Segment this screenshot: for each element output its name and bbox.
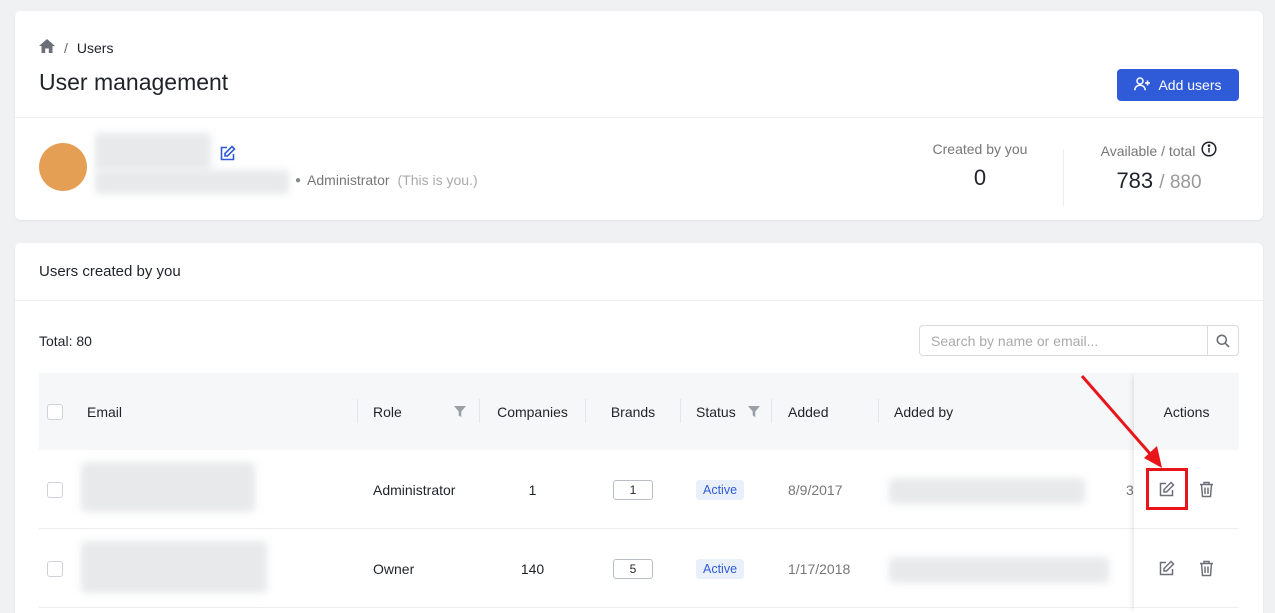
column-email[interactable]: Email xyxy=(87,373,122,450)
add-users-button[interactable]: Add users xyxy=(1117,69,1239,101)
bullet-separator: ● xyxy=(295,174,302,186)
profile-role-line: ● Administrator (This is you.) xyxy=(295,172,478,188)
total-count-label: Total: 80 xyxy=(39,333,92,349)
row-select-cell xyxy=(47,529,63,608)
column-added[interactable]: Added xyxy=(788,373,828,450)
column-status[interactable]: Status xyxy=(696,373,736,450)
redacted-user-name xyxy=(95,133,211,171)
column-separator xyxy=(357,399,358,423)
created-by-you-label: Created by you xyxy=(932,141,1028,157)
delete-user-icon[interactable] xyxy=(1196,478,1218,500)
available-count: 783 xyxy=(1116,168,1154,193)
column-role-label: Role xyxy=(373,403,402,420)
row-status-cell: Active xyxy=(696,529,745,608)
edit-user-icon[interactable] xyxy=(1145,468,1188,510)
row-role: Owner xyxy=(373,560,415,577)
actions-column: Actions xyxy=(1134,373,1239,613)
row-companies: 1 xyxy=(528,481,537,498)
column-actions: Actions xyxy=(1134,373,1239,450)
table-row: Owner 140 5 Active 1/17/2018 xyxy=(39,529,1239,608)
column-status-label: Status xyxy=(696,403,736,420)
row-checkbox[interactable] xyxy=(47,481,63,498)
total-count: / 880 xyxy=(1159,172,1202,193)
column-added-by[interactable]: Added by xyxy=(894,373,953,450)
status-badge: Active xyxy=(696,479,745,500)
avatar xyxy=(39,143,87,191)
row-brands-cell: 5 xyxy=(586,529,680,608)
available-total-text: Available / total xyxy=(1100,142,1196,159)
redacted-email xyxy=(81,462,255,512)
status-badge: Active xyxy=(696,558,745,579)
row-added: 1/17/2018 xyxy=(788,560,851,577)
row-brands[interactable]: 1 xyxy=(613,479,653,500)
home-icon[interactable] xyxy=(39,39,55,56)
row-brands[interactable]: 5 xyxy=(613,558,653,579)
add-user-icon xyxy=(1134,76,1151,94)
select-all-cell xyxy=(47,373,63,450)
table-header: Email Role Companies Brands Status Added… xyxy=(39,373,1239,450)
users-created-card: Users created by you Total: 80 Email Rol… xyxy=(15,243,1263,613)
stats-divider xyxy=(1063,149,1064,207)
available-total-label: Available / total xyxy=(1085,141,1233,160)
info-icon[interactable] xyxy=(1201,141,1217,160)
edit-user-icon[interactable] xyxy=(1156,557,1178,579)
redacted-user-email xyxy=(95,170,289,194)
search-icon[interactable] xyxy=(1207,326,1238,355)
redacted-added-by xyxy=(889,478,1085,504)
header-divider xyxy=(15,117,1263,118)
redacted-added-by xyxy=(889,557,1109,583)
column-role[interactable]: Role xyxy=(373,373,402,450)
available-total-value: 783 / 880 xyxy=(1085,168,1233,194)
created-by-you-stat: Created by you 0 xyxy=(918,141,1042,191)
breadcrumb: / Users xyxy=(39,39,113,56)
row-role: Administrator xyxy=(373,481,456,498)
column-separator xyxy=(680,399,681,423)
profile-role: Administrator xyxy=(307,172,390,188)
row-status-cell: Active xyxy=(696,450,745,529)
row-added: 8/9/2017 xyxy=(788,481,843,498)
user-management-header-card: / Users User management Add users ● Admi… xyxy=(15,11,1263,220)
status-filter-icon[interactable] xyxy=(748,373,760,450)
section-divider xyxy=(15,300,1263,301)
breadcrumb-current: Users xyxy=(76,39,114,56)
column-separator xyxy=(878,399,879,423)
created-by-you-value: 0 xyxy=(973,165,987,190)
row-select-cell xyxy=(47,450,63,529)
role-filter-icon[interactable] xyxy=(454,373,466,450)
select-all-checkbox[interactable] xyxy=(47,403,63,420)
search-input[interactable] xyxy=(920,326,1207,355)
edit-profile-icon[interactable] xyxy=(219,145,236,167)
search-box xyxy=(919,325,1239,356)
add-users-label: Add users xyxy=(1158,77,1222,93)
table-row: Administrator 1 1 Active 8/9/2017 3 xyxy=(39,450,1239,529)
row-overflow-value: 3 xyxy=(1126,481,1134,498)
profile-note: (This is you.) xyxy=(397,172,478,188)
column-companies[interactable]: Companies xyxy=(480,373,585,450)
row-checkbox[interactable] xyxy=(47,560,63,577)
row-companies: 140 xyxy=(520,560,545,577)
users-table: Email Role Companies Brands Status Added… xyxy=(39,373,1239,613)
section-title: Users created by you xyxy=(39,263,181,280)
page-title: User management xyxy=(39,69,229,95)
column-brands[interactable]: Brands xyxy=(586,373,680,450)
redacted-email xyxy=(81,541,267,593)
column-separator xyxy=(771,399,772,423)
delete-user-icon[interactable] xyxy=(1196,557,1218,579)
available-total-stat: Available / total 783 / 880 xyxy=(1085,141,1233,194)
row-actions xyxy=(1134,450,1239,529)
row-brands-cell: 1 xyxy=(586,450,680,529)
row-actions xyxy=(1134,529,1239,608)
breadcrumb-separator: / xyxy=(64,39,68,56)
